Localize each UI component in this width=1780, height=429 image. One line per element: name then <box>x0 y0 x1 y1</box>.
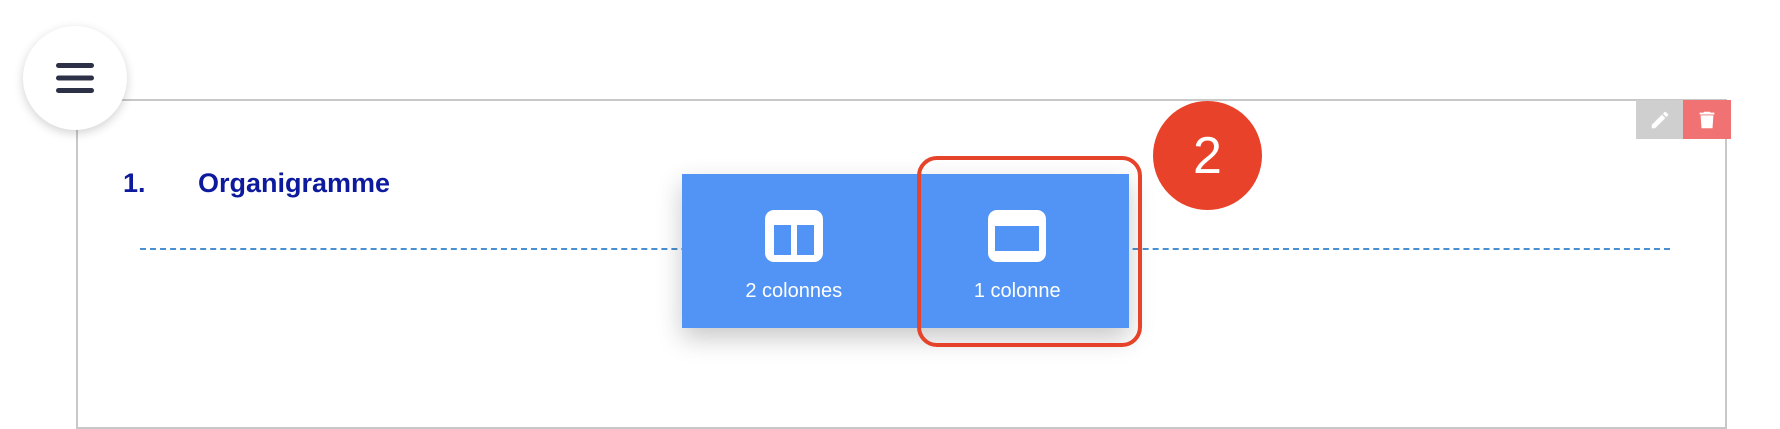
hamburger-menu-button[interactable] <box>23 26 127 130</box>
two-columns-option[interactable]: 2 colonnes <box>682 174 906 328</box>
section-number: 1. <box>123 168 146 198</box>
trash-icon <box>1699 111 1715 128</box>
edit-button[interactable] <box>1636 100 1683 139</box>
step-badge: 2 <box>1153 101 1262 210</box>
hamburger-menu-icon <box>56 63 94 93</box>
two-columns-icon <box>764 210 823 262</box>
pencil-icon <box>1651 111 1668 128</box>
delete-button[interactable] <box>1683 100 1731 139</box>
section-title: Organigramme <box>198 168 391 198</box>
annotation-highlight-box <box>917 156 1142 347</box>
two-columns-label: 2 colonnes <box>745 280 843 302</box>
